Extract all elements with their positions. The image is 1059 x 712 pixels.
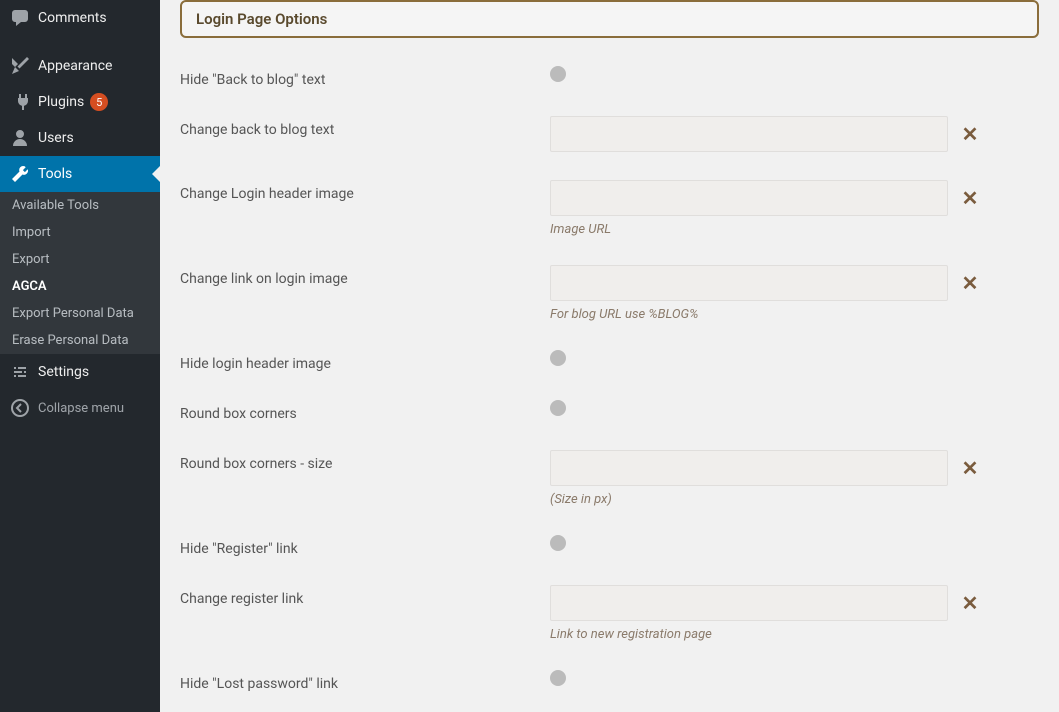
helper-text: (Size in px): [550, 492, 1039, 507]
option-label: Round box corners: [180, 400, 550, 422]
sidebar-item-label: Appearance: [38, 58, 112, 74]
toggle-off-icon[interactable]: [550, 66, 566, 82]
submenu-export-personal-data[interactable]: Export Personal Data: [0, 300, 160, 327]
option-label: Hide login header image: [180, 350, 550, 372]
plugins-badge: 5: [90, 93, 108, 111]
close-icon[interactable]: ✕: [960, 122, 980, 146]
admin-sidebar: Comments Appearance Plugins 5 Users Tool…: [0, 0, 160, 712]
sidebar-item-users[interactable]: Users: [0, 120, 160, 156]
sidebar-item-settings[interactable]: Settings: [0, 354, 160, 390]
submenu-erase-personal-data[interactable]: Erase Personal Data: [0, 327, 160, 354]
option-hide-back-to-blog: Hide "Back to blog" text: [180, 66, 1039, 88]
option-label: Change link on login image: [180, 265, 550, 287]
section-header: Login Page Options: [180, 0, 1039, 38]
submenu-import[interactable]: Import: [0, 219, 160, 246]
change-link-login-image-input[interactable]: [550, 265, 948, 301]
option-change-back-to-blog: Change back to blog text ✕: [180, 116, 1039, 152]
sidebar-item-tools[interactable]: Tools: [0, 156, 160, 192]
tools-submenu: Available Tools Import Export AGCA Expor…: [0, 192, 160, 354]
change-back-to-blog-input[interactable]: [550, 116, 948, 152]
sidebar-item-label: Settings: [38, 364, 89, 380]
option-label: Round box corners - size: [180, 450, 550, 472]
helper-text: For blog URL use %BLOG%: [550, 307, 1039, 322]
sidebar-item-label: Comments: [38, 10, 107, 26]
toggle-off-icon[interactable]: [550, 350, 566, 366]
option-change-register-link: Change register link ✕ Link to new regis…: [180, 585, 1039, 642]
appearance-icon: [10, 56, 30, 76]
sidebar-item-comments[interactable]: Comments: [0, 0, 160, 36]
option-label: Hide "Lost password" link: [180, 670, 550, 692]
tools-icon: [10, 164, 30, 184]
option-round-box-corners: Round box corners: [180, 400, 1039, 422]
sidebar-item-label: Tools: [38, 166, 72, 182]
option-label: Change register link: [180, 585, 550, 607]
toggle-off-icon[interactable]: [550, 535, 566, 551]
submenu-agca[interactable]: AGCA: [0, 273, 160, 300]
option-label: Hide "Register" link: [180, 535, 550, 557]
option-label: Hide "Back to blog" text: [180, 66, 550, 88]
close-icon[interactable]: ✕: [960, 456, 980, 480]
plugins-icon: [10, 92, 30, 112]
collapse-icon: [10, 398, 30, 418]
sidebar-item-appearance[interactable]: Appearance: [0, 48, 160, 84]
submenu-export[interactable]: Export: [0, 246, 160, 273]
option-change-header-image: Change Login header image ✕ Image URL: [180, 180, 1039, 237]
main-content: Login Page Options Hide "Back to blog" t…: [160, 0, 1059, 712]
option-round-box-corners-size: Round box corners - size ✕ (Size in px): [180, 450, 1039, 507]
option-hide-register-link: Hide "Register" link: [180, 535, 1039, 557]
sidebar-item-plugins[interactable]: Plugins 5: [0, 84, 160, 120]
option-hide-lost-password: Hide "Lost password" link: [180, 670, 1039, 692]
comments-icon: [10, 8, 30, 28]
helper-text: Image URL: [550, 222, 1039, 237]
helper-text: Link to new registration page: [550, 627, 1039, 642]
toggle-off-icon[interactable]: [550, 400, 566, 416]
option-change-link-login-image: Change link on login image ✕ For blog UR…: [180, 265, 1039, 322]
close-icon[interactable]: ✕: [960, 591, 980, 615]
change-register-link-input[interactable]: [550, 585, 948, 621]
round-box-size-input[interactable]: [550, 450, 948, 486]
users-icon: [10, 128, 30, 148]
option-hide-login-header-image: Hide login header image: [180, 350, 1039, 372]
collapse-menu[interactable]: Collapse menu: [0, 390, 160, 426]
collapse-label: Collapse menu: [38, 401, 124, 416]
sidebar-item-label: Plugins: [38, 94, 84, 110]
change-header-image-input[interactable]: [550, 180, 948, 216]
submenu-available-tools[interactable]: Available Tools: [0, 192, 160, 219]
sidebar-item-label: Users: [38, 130, 74, 146]
close-icon[interactable]: ✕: [960, 186, 980, 210]
close-icon[interactable]: ✕: [960, 271, 980, 295]
option-label: Change Login header image: [180, 180, 550, 202]
option-label: Change back to blog text: [180, 116, 550, 138]
settings-icon: [10, 362, 30, 382]
toggle-off-icon[interactable]: [550, 670, 566, 686]
